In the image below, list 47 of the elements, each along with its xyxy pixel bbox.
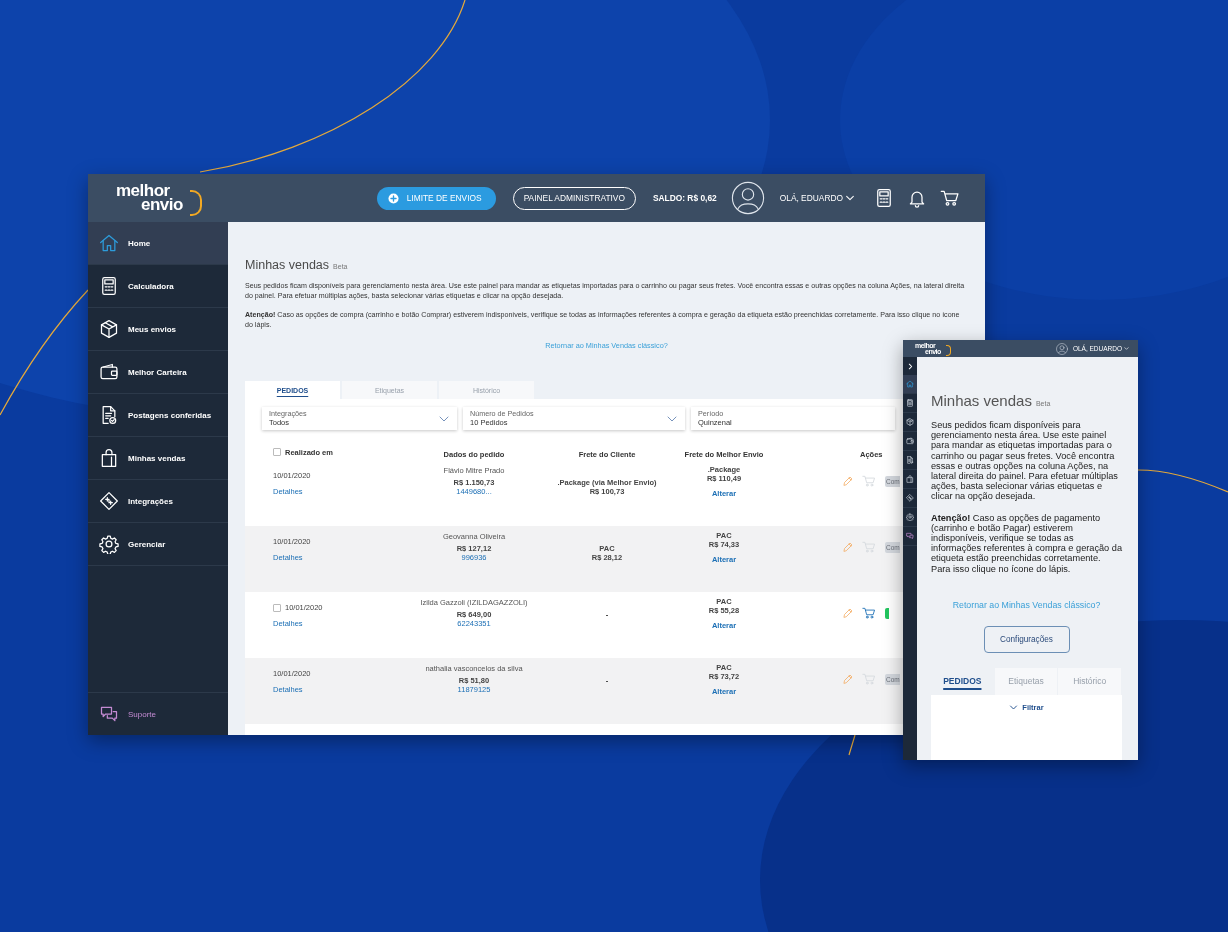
diamond-icon (99, 491, 119, 511)
sidebar-item[interactable]: Gerenciar (88, 523, 228, 566)
box-icon[interactable] (906, 418, 914, 426)
document-icon[interactable] (906, 456, 914, 464)
page-title: Minhas vendas (931, 392, 1032, 409)
settings-icon[interactable] (906, 513, 914, 521)
sidebar-item[interactable]: Minhas vendas (88, 437, 228, 480)
info-paragraph: Atenção! Caso as opções de pagamento (carrinho e botão Pagar) estiverem indisponíveis, verifique se todas as informações referentes à compra e geração da etiqueta estão preenchidas corretamente. Para isso clique no ícone do lápis. (931, 512, 1122, 574)
calculator-icon (99, 276, 119, 296)
sidebar-item[interactable]: Integrações (88, 480, 228, 523)
sidebar-item[interactable]: Meus envios (88, 308, 228, 351)
user-menu[interactable]: OLÁ, EDUARDO (779, 193, 855, 203)
wallet-icon[interactable] (906, 437, 914, 445)
sidebar-item[interactable]: Home (88, 222, 228, 265)
checkbox[interactable] (273, 448, 281, 456)
caret-icon (1124, 346, 1129, 351)
cart-icon[interactable] (862, 606, 876, 620)
wallet-icon (99, 362, 119, 382)
balance-text: SALDO: R$ 0,62 (652, 193, 717, 203)
sidebar-item[interactable]: Postagens conferidas (88, 394, 228, 437)
sidebar-item[interactable]: Melhor Carteira (88, 351, 228, 394)
diamond-icon[interactable] (906, 494, 914, 502)
chat-icon[interactable] (906, 532, 914, 540)
support-link[interactable]: Suporte (88, 692, 228, 735)
cart-icon[interactable] (940, 188, 960, 208)
chat-icon (99, 704, 119, 724)
avatar-icon[interactable] (730, 181, 765, 215)
checkbox[interactable] (273, 603, 281, 612)
caret-icon (845, 193, 855, 203)
sidebar-item[interactable]: Calculadora (88, 265, 228, 308)
avatar-icon[interactable] (1055, 342, 1068, 355)
chevron-down-icon (1009, 702, 1019, 712)
buy-button[interactable] (885, 607, 889, 619)
box-icon (99, 319, 119, 339)
bag-icon (99, 448, 119, 468)
plus-icon (387, 192, 399, 204)
calculator-icon[interactable] (874, 188, 894, 208)
settings-button[interactable]: Configurações (983, 625, 1070, 653)
header-button[interactable]: LIMITE DE ENVIOS (376, 186, 496, 210)
home-icon (99, 233, 119, 253)
chevron-right-icon[interactable] (906, 362, 914, 370)
info-paragraph: Seus pedidos ficam disponíveis para gerenciamento nesta área. Use este painel para mandar as etiquetas importadas para o carrinho ou pagar seus fretes. Você encontra essas e outras opções na coluna Ações, na lateral direita do painel. Para efetuar múltiplas ações, basta selecionar várias etiquetas e clicar na opção desejada. (931, 420, 1119, 502)
settings-icon (99, 534, 119, 554)
calculator-icon[interactable] (906, 399, 914, 407)
bag-icon[interactable] (906, 475, 914, 483)
home-icon[interactable] (906, 380, 914, 388)
page-title: Minhas vendas (245, 258, 330, 272)
